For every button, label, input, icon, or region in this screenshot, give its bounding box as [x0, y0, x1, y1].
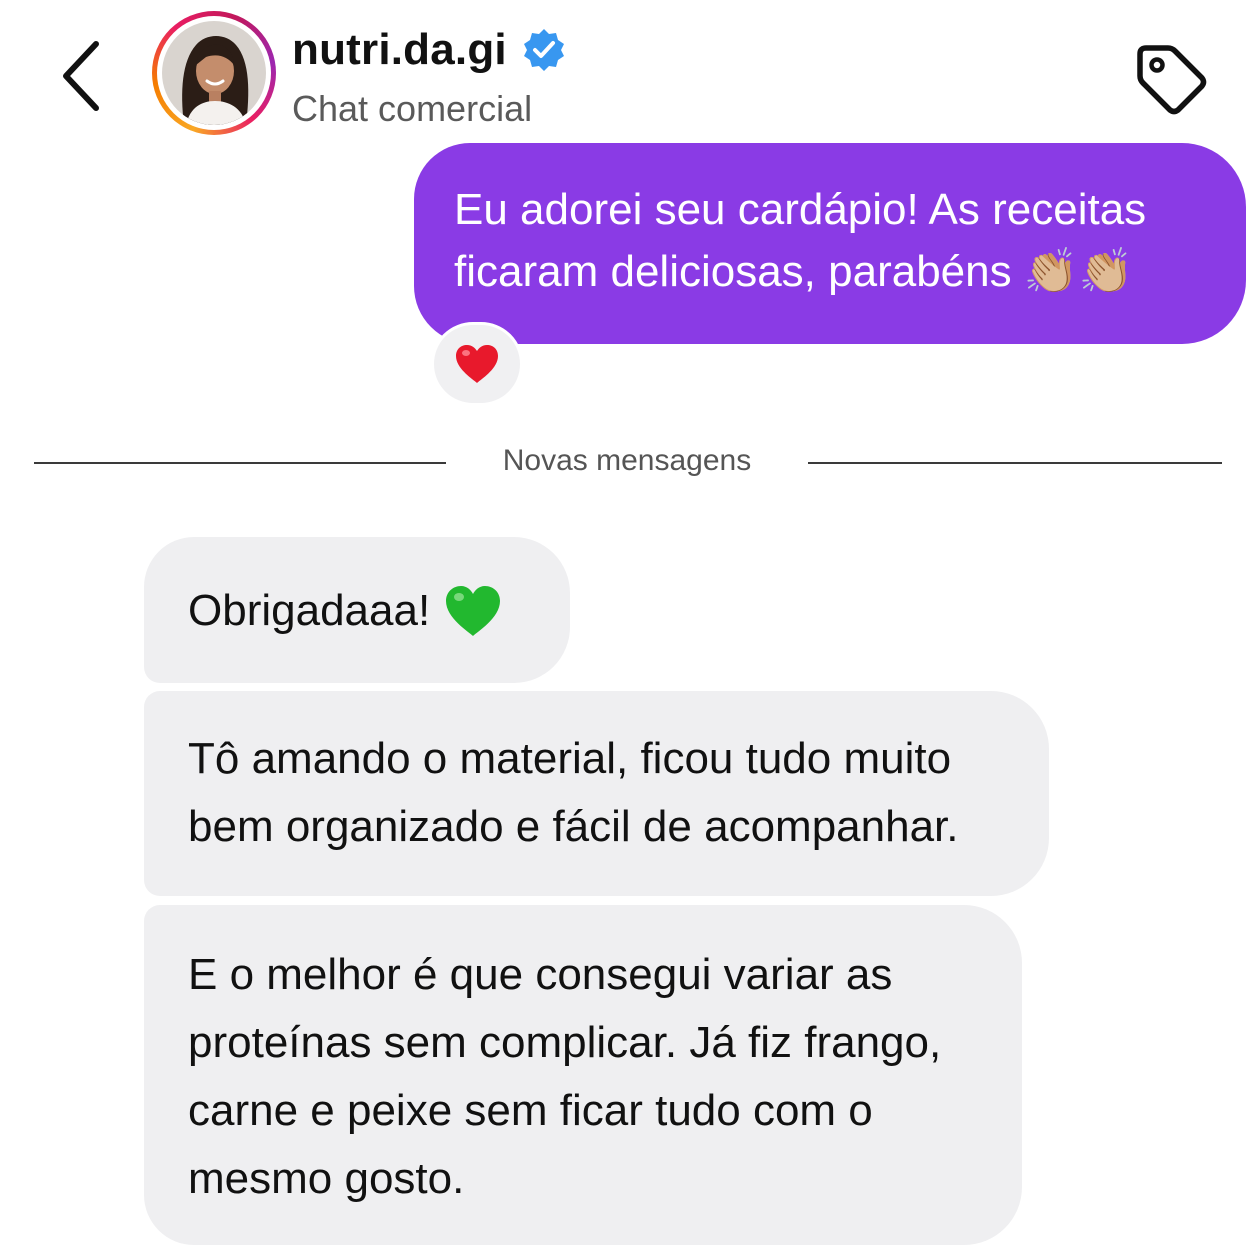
tag-button[interactable] — [1130, 38, 1210, 118]
message-text-line: proteínas sem complicar. Já fiz frango, — [188, 1018, 942, 1067]
message-text-line: E o melhor é que consegui variar as — [188, 950, 893, 999]
divider-line — [34, 462, 446, 464]
divider-line — [808, 462, 1222, 464]
back-button[interactable] — [52, 36, 112, 116]
red-heart-icon — [456, 345, 498, 383]
avatar — [162, 21, 266, 125]
profile-avatar[interactable] — [152, 11, 276, 135]
message-text-line: Eu adorei seu cardápio! As receitas — [454, 185, 1147, 234]
received-message-bubble[interactable]: E o melhor é que consegui variar as prot… — [144, 905, 1022, 1245]
received-message-bubble[interactable]: Tô amando o material, ficou tudo muito b… — [144, 691, 1049, 896]
tag-icon — [1137, 45, 1207, 115]
received-message-bubble[interactable]: Obrigadaaa! 💚 — [144, 537, 570, 683]
message-text-line: Obrigadaaa! — [188, 586, 431, 635]
message-text-line: Tô amando o material, ficou tudo muito — [188, 734, 952, 783]
chat-subtitle: Chat comercial — [292, 88, 533, 129]
clapping-hands-emoji: 👏🏼👏🏼 — [1023, 246, 1134, 297]
message-text-line: bem organizado e fácil de acompanhar. — [188, 802, 959, 851]
message-text-line: ficaram deliciosas, parabéns 👏🏼👏🏼 — [454, 246, 1134, 297]
message-text-line: carne e peixe sem ficar tudo com o — [188, 1086, 873, 1135]
chevron-left-icon — [63, 41, 99, 111]
chat-screen: nutri.da.gi Chat comercial Eu adorei seu… — [0, 0, 1254, 1254]
verified-badge-icon — [523, 29, 564, 71]
chat-title[interactable]: nutri.da.gi — [292, 22, 567, 78]
sent-message-bubble[interactable]: Eu adorei seu cardápio! As receitas fica… — [414, 143, 1246, 344]
new-messages-divider: Novas mensagens — [502, 444, 752, 477]
reaction-badge[interactable]: ❤️ — [431, 322, 523, 406]
green-heart-icon — [446, 586, 501, 636]
message-text-line: mesmo gosto. — [188, 1154, 465, 1203]
account-name: nutri.da.gi — [292, 25, 507, 74]
